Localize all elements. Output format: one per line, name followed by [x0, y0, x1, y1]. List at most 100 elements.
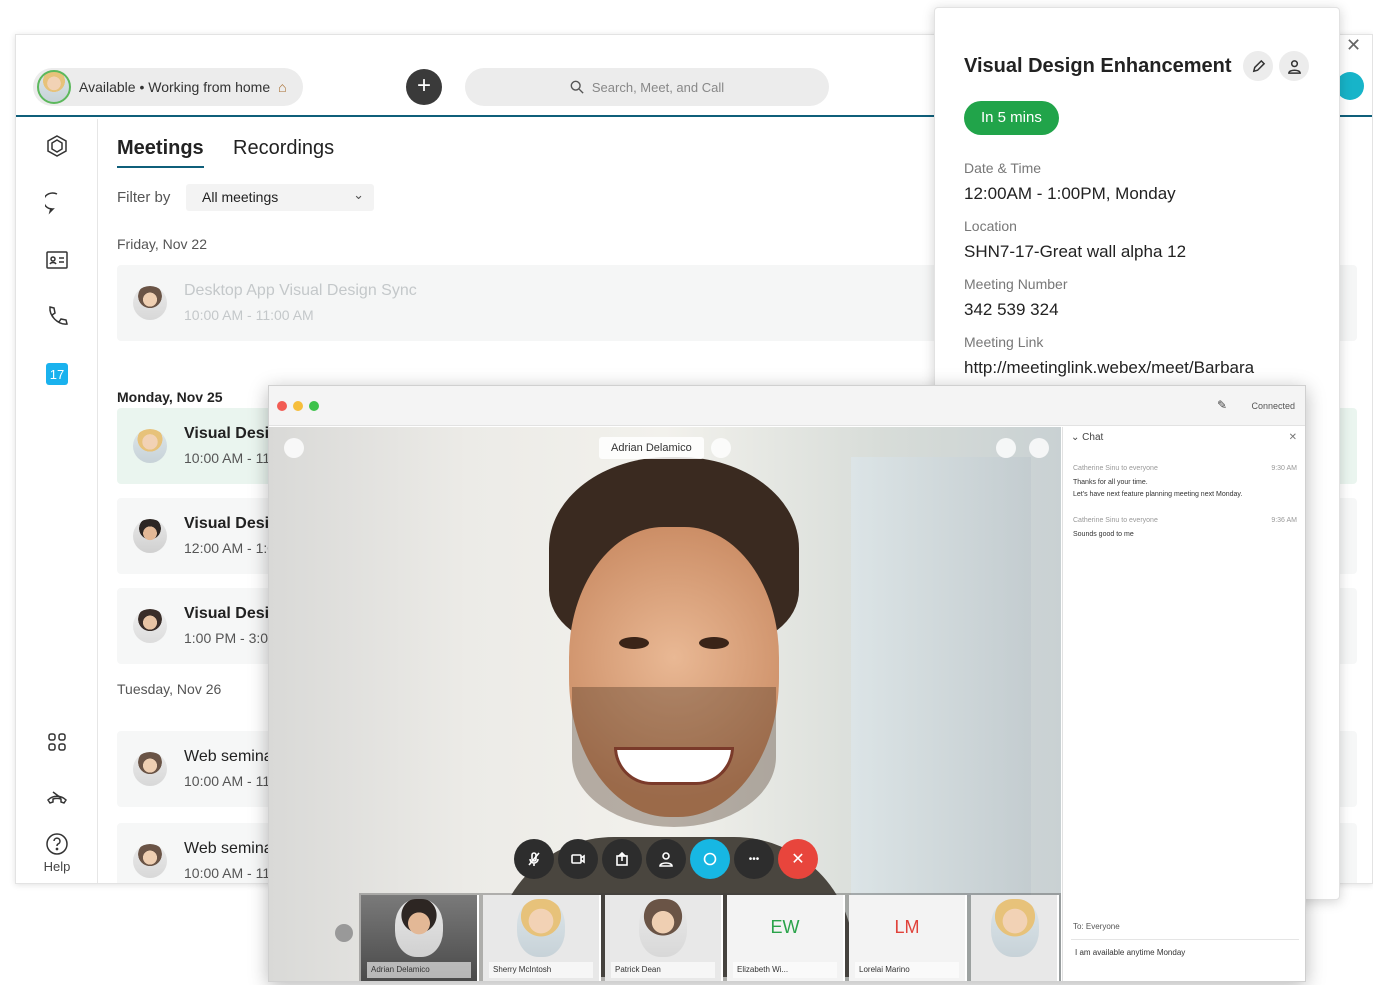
end-call-button[interactable]: ✕: [778, 839, 818, 879]
day-header: Tuesday, Nov 26: [117, 681, 222, 697]
participant-thumbnail[interactable]: [971, 895, 1059, 981]
tab-recordings[interactable]: Recordings: [233, 137, 334, 160]
start-time-badge: In 5 mins: [964, 101, 1059, 135]
close-window-button[interactable]: [277, 401, 287, 411]
chat-recipient-select[interactable]: To: Everyone: [1073, 922, 1120, 931]
message-bubble-icon[interactable]: [44, 190, 70, 216]
meeting-link-value[interactable]: http://meetinglink.webex/meet/Barbara: [964, 358, 1254, 378]
meeting-title: Visual Desig: [184, 515, 279, 532]
maximize-window-button[interactable]: [309, 401, 319, 411]
close-icon[interactable]: ✕: [1289, 432, 1297, 443]
meeting-time: 10:00 AM - 11:: [184, 865, 275, 881]
chevron-down-icon: ⌄: [353, 187, 364, 202]
house-icon: ⌂: [278, 79, 287, 95]
chat-message: Thanks for all your time.: [1073, 479, 1148, 486]
participant-thumbnail[interactable]: Patrick Dean: [605, 895, 723, 981]
organizer-avatar: [133, 609, 167, 643]
meeting-link-label: Meeting Link: [964, 334, 1044, 350]
meeting-time: 1:00 PM - 3:00: [184, 630, 276, 646]
pencil-icon[interactable]: ✎: [1217, 398, 1227, 412]
new-item-button[interactable]: +: [406, 69, 442, 105]
mute-icon: [528, 852, 540, 866]
chat-message: Sounds good to me: [1073, 531, 1134, 538]
end-call-icon: ✕: [791, 851, 805, 868]
organizer-avatar: [133, 844, 167, 878]
meeting-number-value: 342 539 324: [964, 300, 1059, 319]
participant-thumbnail[interactable]: Sherry McIntosh: [483, 895, 601, 981]
help-icon[interactable]: [44, 831, 70, 857]
share-button[interactable]: [602, 839, 642, 879]
pencil-icon: [1252, 59, 1265, 72]
filter-label: Filter by: [117, 189, 171, 206]
search-bar[interactable]: Search, Meet, and Call: [465, 68, 829, 106]
chat-sender: Catherine Sinu to everyone: [1073, 465, 1158, 472]
filmstrip-prev-button[interactable]: [335, 924, 353, 942]
location-label: Location: [964, 218, 1017, 234]
sidebar: 17 Help: [16, 119, 98, 883]
attendees-button[interactable]: [1279, 51, 1309, 81]
status-text: Available • Working from home: [79, 79, 271, 95]
chat-shortcut-button[interactable]: [1336, 72, 1364, 100]
speaker-video: [494, 457, 854, 977]
chat-input[interactable]: I am available anytime Monday: [1071, 939, 1299, 965]
settings-icon[interactable]: [284, 438, 304, 458]
filter-dropdown[interactable]: All meetings ⌄: [186, 184, 374, 211]
day-header: Monday, Nov 25: [117, 389, 223, 405]
edit-button[interactable]: [1243, 51, 1273, 81]
participant-avatar: [991, 899, 1039, 957]
date-time-label: Date & Time: [964, 160, 1042, 176]
close-icon[interactable]: ✕: [1346, 35, 1361, 56]
status-selector[interactable]: Available • Working from home ⌂: [33, 68, 303, 106]
meeting-time: 10:00 AM - 11:: [184, 773, 275, 789]
participant-initials: LM: [894, 917, 920, 937]
chat-message: Let's have next feature planning meeting…: [1073, 491, 1243, 498]
layout-icon[interactable]: [996, 438, 1016, 458]
participant-avatar: [395, 899, 443, 957]
meeting-time: 12:00 AM - 1:0: [184, 540, 276, 556]
meeting-time: 10:00 AM - 11:00 AM: [184, 307, 314, 323]
call-settings-icon[interactable]: [44, 785, 70, 811]
participant-name: Adrian Delamico: [367, 962, 471, 978]
chat-button[interactable]: [690, 839, 730, 879]
person-icon: [1287, 59, 1301, 74]
phone-icon[interactable]: [44, 303, 70, 329]
teams-hexagon-icon[interactable]: [44, 133, 70, 159]
organizer-avatar: [133, 519, 167, 553]
participant-thumbnail[interactable]: LM Lorelai Marino: [849, 895, 967, 981]
participant-thumbnail[interactable]: Adrian Delamico: [361, 895, 479, 981]
participant-initials: EW: [770, 917, 800, 937]
mute-button[interactable]: [514, 839, 554, 879]
meeting-title: Visual Desig: [184, 425, 279, 442]
calendar-icon[interactable]: 17: [46, 363, 68, 385]
participants-button[interactable]: [646, 839, 686, 879]
minimize-window-button[interactable]: [293, 401, 303, 411]
date-time-value: 12:00AM - 1:00PM, Monday: [964, 184, 1176, 203]
connection-status[interactable]: Connected: [1251, 401, 1295, 411]
tab-meetings[interactable]: Meetings: [117, 137, 204, 168]
participant-name: Elizabeth Wi...: [733, 962, 837, 978]
help-label[interactable]: Help: [38, 859, 76, 874]
meeting-title: Web seminar: [184, 748, 278, 765]
pin-icon[interactable]: [711, 438, 731, 458]
video-button[interactable]: [558, 839, 598, 879]
organizer-avatar: [133, 752, 167, 786]
meeting-title: Desktop App Visual Design Sync: [184, 282, 417, 299]
more-icon: •••: [748, 853, 760, 865]
more-button[interactable]: •••: [734, 839, 774, 879]
user-avatar[interactable]: [37, 70, 71, 104]
chat-icon: [703, 852, 717, 866]
apps-grid-icon[interactable]: [44, 729, 70, 755]
meeting-time: 10:00 AM - 11:: [184, 450, 275, 466]
chat-timestamp: 9:36 AM: [1271, 517, 1297, 524]
meeting-title: Web seminar: [184, 840, 278, 857]
search-icon: [570, 80, 584, 94]
fullscreen-icon[interactable]: [1029, 438, 1049, 458]
participant-name: Sherry McIntosh: [489, 962, 593, 978]
plus-icon: +: [416, 72, 431, 99]
chat-title[interactable]: ⌄ Chat: [1071, 432, 1103, 443]
meeting-number-label: Meeting Number: [964, 276, 1068, 292]
background-window: [851, 457, 1031, 897]
contact-card-icon[interactable]: [44, 247, 70, 273]
participants-icon: [659, 852, 673, 867]
participant-thumbnail[interactable]: EW Elizabeth Wi...: [727, 895, 845, 981]
